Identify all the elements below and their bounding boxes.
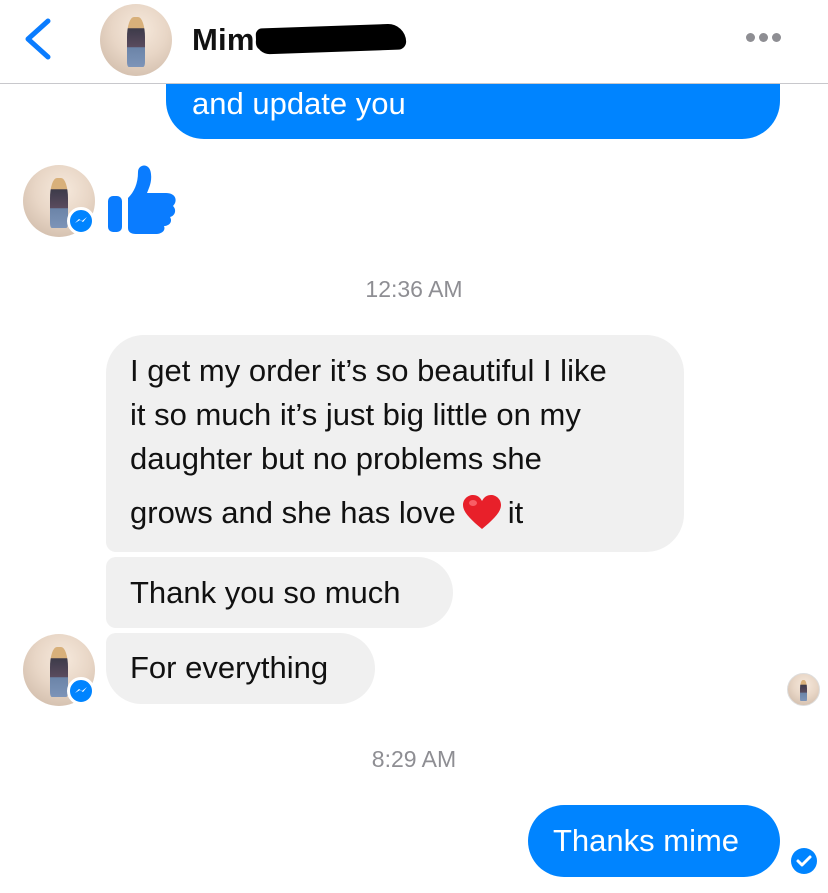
timestamp: 12:36 AM [365,276,463,302]
incoming-message[interactable]: Thank you so much [106,557,453,628]
redaction-mark [255,23,407,55]
incoming-message[interactable]: I get my order it’s so beautiful I like … [106,335,684,552]
timestamp: 8:29 AM [371,746,457,772]
more-options-button[interactable] [744,30,784,48]
message-line: it so much it’s just big little on my [130,397,581,432]
messenger-badge-icon [67,207,95,235]
outgoing-message[interactable]: Thanks mime [528,805,780,877]
message-line: grows and she has love it [130,495,524,530]
messenger-badge-icon [67,677,95,705]
back-button[interactable] [18,16,60,62]
message-line: daughter but no problems she [130,441,542,476]
conversation-header: Mime [0,0,828,84]
chevron-left-icon [25,18,51,60]
incoming-message[interactable]: For everything [106,633,375,704]
message-line: I get my order it’s so beautiful I like [130,353,607,388]
thumbs-up-icon[interactable] [106,162,178,236]
read-receipt-avatar [787,673,820,706]
more-dots-icon [746,33,755,42]
delivered-check-icon [791,848,817,874]
heart-emoji-icon [462,495,501,529]
contact-avatar[interactable] [100,4,172,76]
